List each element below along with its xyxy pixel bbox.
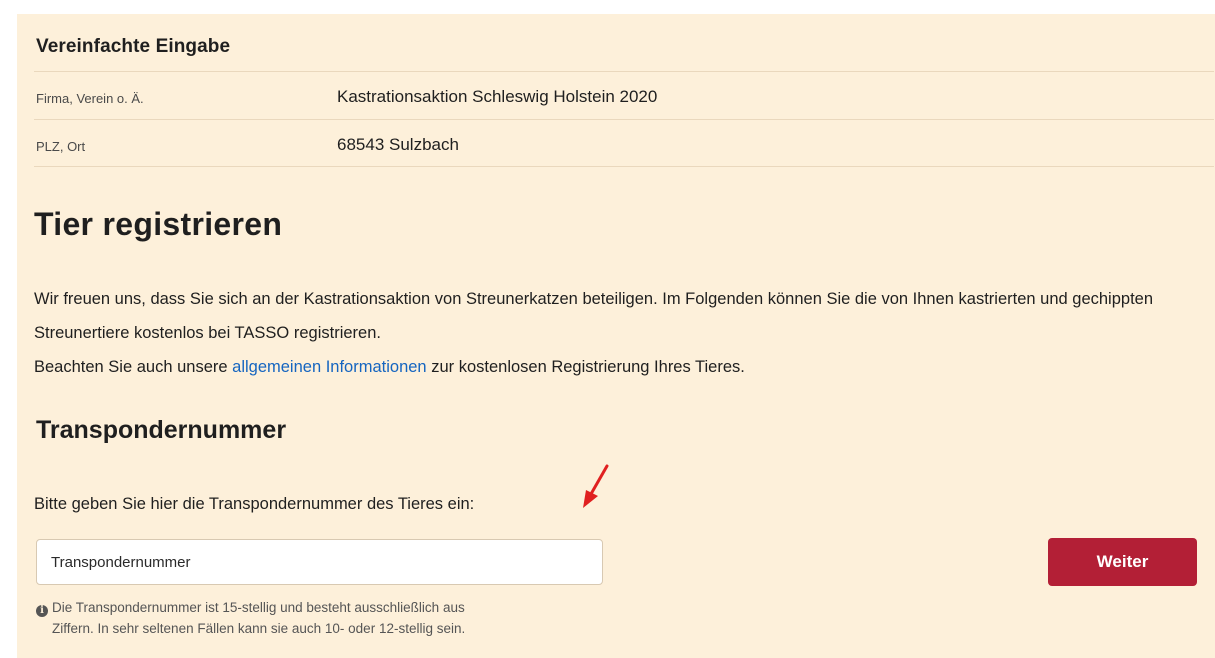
registration-panel: Vereinfachte Eingabe Firma, Verein o. Ä.…: [17, 14, 1215, 658]
divider: [34, 71, 1214, 72]
divider: [34, 119, 1214, 120]
divider: [34, 166, 1214, 167]
company-label: Firma, Verein o. Ä.: [36, 91, 144, 106]
zip-city-value: 68543 Sulzbach: [337, 135, 459, 154]
zip-city-label: PLZ, Ort: [36, 139, 86, 154]
transponder-hint: i Die Transpondernummer ist 15-stellig un…: [36, 597, 636, 639]
info-circle-icon: i: [36, 605, 48, 617]
company-value: Kastrationsaktion Schleswig Holstein 202…: [337, 87, 658, 106]
intro-note-suffix: zur kostenlosen Registrierung Ihres Tier…: [426, 358, 745, 376]
general-info-link[interactable]: allgemeinen Informationen: [232, 358, 426, 376]
transponder-number-input[interactable]: [36, 539, 603, 585]
intro-paragraph: Wir freuen uns, dass Sie sich an der Kas…: [34, 290, 1154, 342]
intro-text: Wir freuen uns, dass Sie sich an der Kas…: [34, 282, 1209, 384]
intro-note-prefix: Beachten Sie auch unsere: [34, 358, 233, 376]
page-title: Tier registrieren: [34, 206, 283, 242]
hint-line-2: Ziffern. In sehr seltenen Fällen kann si…: [52, 621, 466, 636]
next-button[interactable]: Weiter: [1048, 538, 1197, 586]
transponder-heading: Transpondernummer: [36, 416, 287, 444]
section-title-simple-entry: Vereinfachte Eingabe: [36, 36, 231, 57]
transponder-prompt: Bitte geben Sie hier die Transpondernumm…: [34, 495, 475, 513]
hint-line-1: Die Transpondernummer ist 15-stellig und…: [52, 600, 465, 615]
red-arrow-annotation-icon: [583, 464, 609, 508]
